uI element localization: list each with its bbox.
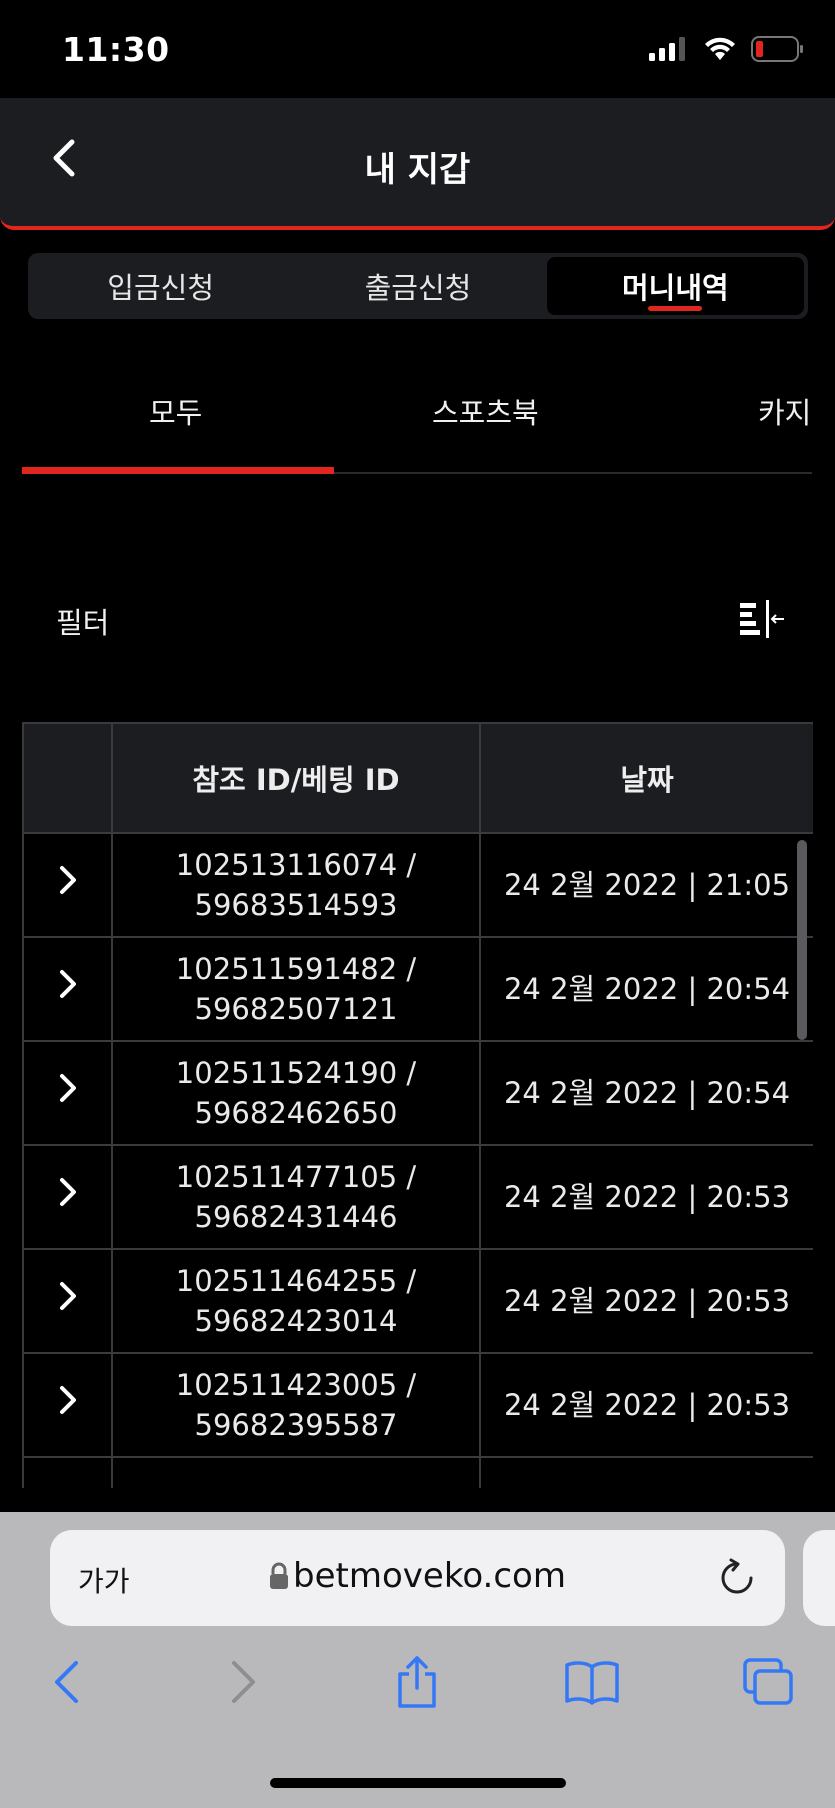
ref-id: 102511477105 /: [175, 1160, 417, 1194]
table-row[interactable]: 102511464255 / 59682423014 24 2월 2022 | 20…: [22, 1248, 813, 1354]
ref-id-cell: 102511591482 / 59682507121: [111, 936, 481, 1042]
ref-id-cell: 102511477105 / 59682431446: [111, 1144, 481, 1250]
date-cell: 24 2월 2022 | 20:54: [479, 936, 813, 1042]
tab-all[interactable]: 모두: [149, 390, 202, 432]
ref-id-cell: 102511423005 / 59682395587: [111, 1352, 481, 1458]
table-row[interactable]: 102511524190 / 59682462650 24 2월 2022 | 20…: [22, 1040, 813, 1146]
bet-id: 59682423014: [194, 1304, 398, 1338]
row-expand-button[interactable]: [22, 1248, 113, 1354]
wifi-icon: [705, 37, 735, 60]
filter-toggle-button[interactable]: [738, 600, 786, 640]
ref-id: 102513116074 /: [175, 848, 417, 882]
row-expand-chevron-icon: [59, 1386, 76, 1414]
table-row[interactable]: 102511423005 / 59682395587 24 2월 2022 | 20…: [22, 1352, 813, 1458]
wallet-tabs: 입금신청 출금신청 머니내역: [28, 253, 808, 319]
address-bar[interactable]: 가가 betmoveko.com: [50, 1530, 785, 1626]
header-date: 날짜: [479, 722, 813, 834]
row-expand-chevron-icon: [59, 970, 76, 998]
share-icon: [398, 1656, 436, 1708]
ref-id: 102511464255 /: [175, 1264, 417, 1298]
date-cell: 24 2월 2022 | 20:54: [479, 1040, 813, 1146]
row-expand-button[interactable]: [22, 832, 113, 938]
bet-id: 59682431446: [194, 1200, 398, 1234]
bookmarks-button[interactable]: [562, 1652, 622, 1712]
tab-sportsbook[interactable]: 스포츠북: [432, 390, 539, 432]
tab-deposit[interactable]: 입금신청: [32, 257, 289, 315]
table-row[interactable]: 102511313540 /: [22, 1456, 813, 1488]
ref-id-cell: 102511464255 / 59682423014: [111, 1248, 481, 1354]
active-tab-indicator: [648, 306, 703, 311]
row-expand-chevron-icon: [59, 1178, 76, 1206]
table-row[interactable]: 102511591482 / 59682507121 24 2월 2022 | 20…: [22, 936, 813, 1042]
reload-button[interactable]: [717, 1558, 757, 1598]
bet-id: 59683514593: [194, 888, 398, 922]
page-title: 내 지갑: [364, 150, 471, 190]
tab-money-history-label: 머니내역: [621, 271, 729, 305]
tab-deposit-label: 입금신청: [107, 271, 215, 305]
filter-icon: [740, 600, 784, 638]
bet-id: 59682395587: [194, 1408, 398, 1442]
bookmarks-icon: [565, 1661, 619, 1705]
date-cell: 24 2월 2022 | 20:53: [479, 1248, 813, 1354]
date-cell: [479, 1456, 813, 1488]
table-header-row: 참조 ID/베팅 ID 날짜: [22, 722, 813, 834]
ref-id: 102511524190 /: [175, 1056, 417, 1090]
signal-icon: [649, 37, 685, 61]
tab-withdraw[interactable]: 출금신청: [289, 257, 546, 315]
row-expand-button[interactable]: [22, 1456, 113, 1488]
category-tabs: 모두 스포츠북 카지: [22, 360, 812, 474]
tab-withdraw-label: 출금신청: [364, 271, 472, 305]
url-host-text: betmoveko.com: [293, 1556, 566, 1596]
history-table-container[interactable]: 참조 ID/베팅 ID 날짜 102513116074 / 59683514593…: [22, 722, 813, 1488]
app-header: 내 지갑: [0, 98, 835, 230]
browser-back-button[interactable]: [36, 1652, 96, 1712]
url-display[interactable]: betmoveko.com: [50, 1556, 785, 1596]
date-cell: 24 2월 2022 | 20:53: [479, 1144, 813, 1250]
tab-casino[interactable]: 카지: [758, 390, 811, 432]
battery-icon: [751, 36, 803, 62]
browser-forward-button[interactable]: [214, 1652, 274, 1712]
header-expand: [22, 722, 113, 834]
tabs-button[interactable]: [738, 1652, 798, 1712]
status-time: 11:30: [62, 30, 170, 69]
filter-label: 필터: [56, 606, 110, 640]
ref-id-cell: 102511313540 /: [111, 1456, 481, 1488]
history-table: 참조 ID/베팅 ID 날짜 102513116074 / 59683514593…: [22, 722, 813, 1488]
home-indicator: [270, 1778, 566, 1788]
ref-id: 102511423005 /: [175, 1368, 417, 1402]
tabs-icon: [743, 1658, 793, 1705]
date-cell: 24 2월 2022 | 20:53: [479, 1352, 813, 1458]
bet-id: 59682462650: [194, 1096, 398, 1130]
row-expand-chevron-icon: [59, 866, 76, 894]
date-cell: 24 2월 2022 | 21:05: [479, 832, 813, 938]
browser-toolbar: [0, 1652, 835, 1732]
filter-row: 필터: [56, 600, 786, 650]
share-button[interactable]: [387, 1652, 447, 1712]
lock-icon: [270, 1562, 289, 1589]
status-icons: [649, 36, 805, 62]
forward-arrow-icon: [232, 1661, 255, 1703]
row-expand-button[interactable]: [22, 1040, 113, 1146]
ref-id-cell: 102513116074 / 59683514593: [111, 832, 481, 938]
reload-icon: [721, 1558, 753, 1594]
bet-id: 59682507121: [194, 992, 398, 1026]
row-expand-button[interactable]: [22, 1352, 113, 1458]
table-row[interactable]: 102511477105 / 59682431446 24 2월 2022 | 20…: [22, 1144, 813, 1250]
back-arrow-icon: [55, 1661, 78, 1703]
row-expand-chevron-icon: [59, 1282, 76, 1310]
tab-money-history[interactable]: 머니내역: [546, 257, 804, 315]
ref-id: 102511591482 /: [175, 952, 417, 986]
ref-id-cell: 102511524190 / 59682462650: [111, 1040, 481, 1146]
browser-chrome: 가가 betmoveko.com: [0, 1512, 835, 1808]
row-expand-chevron-icon: [59, 1074, 76, 1102]
header-ref-id: 참조 ID/베팅 ID: [111, 722, 481, 834]
status-bar: 11:30: [0, 0, 835, 98]
row-expand-button[interactable]: [22, 936, 113, 1042]
scrollbar[interactable]: [797, 840, 807, 1040]
active-category-indicator: [22, 467, 334, 474]
row-expand-button[interactable]: [22, 1144, 113, 1250]
table-row[interactable]: 102513116074 / 59683514593 24 2월 2022 | 21…: [22, 832, 813, 938]
next-tab-preview[interactable]: [803, 1530, 835, 1626]
